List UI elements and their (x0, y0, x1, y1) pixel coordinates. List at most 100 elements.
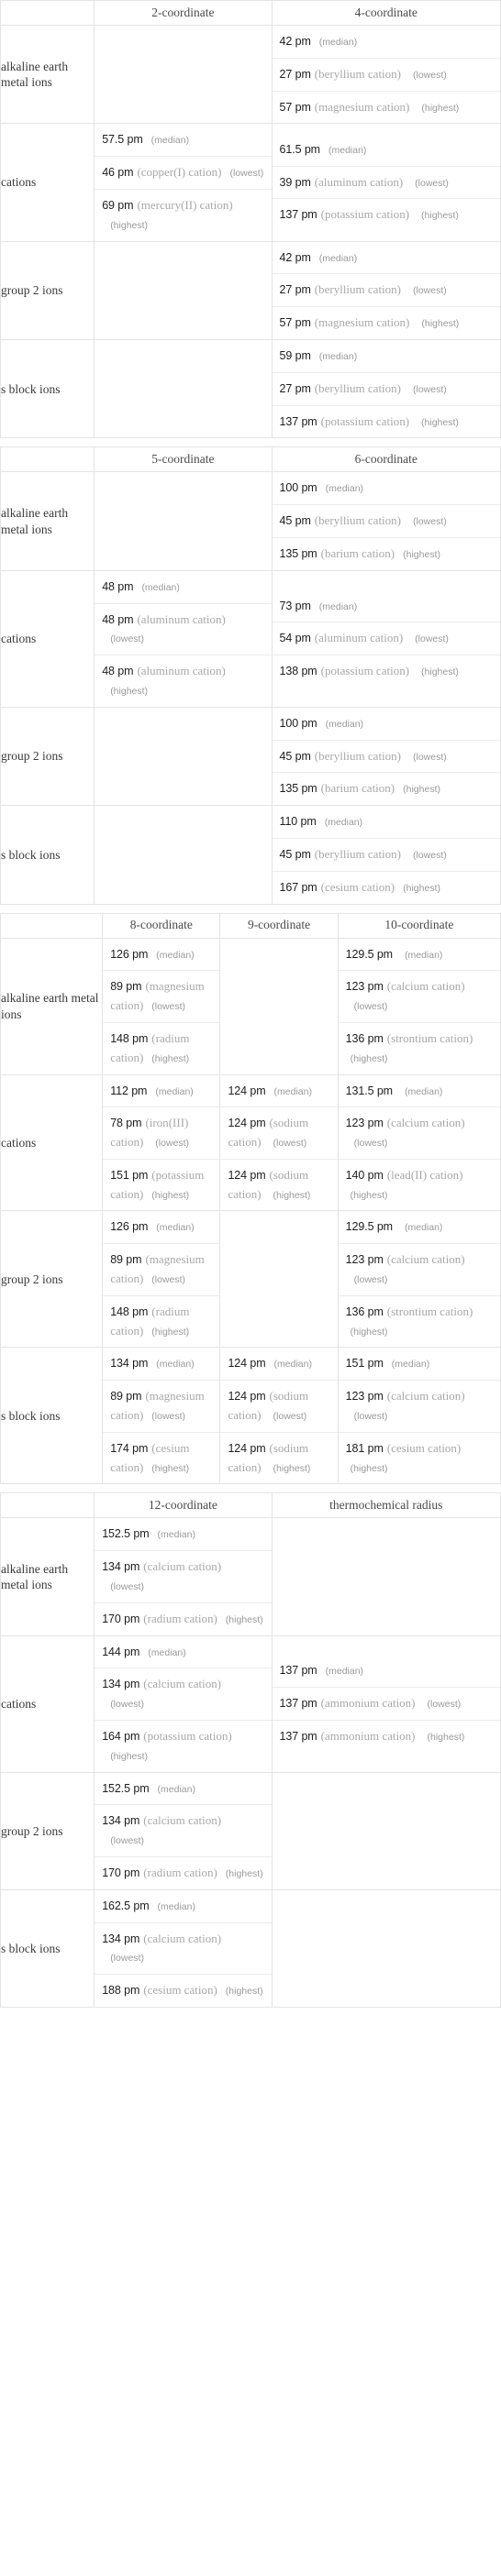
ionic-radii-tables: 2-coordinate 4-coordinate alkaline earth m… (0, 0, 501, 2009)
entry-stack: 131.5 pm (median) 123 pm (calcium cation)… (338, 1075, 500, 1211)
measurement-qualifier: (lowest) (415, 633, 449, 645)
measurement-entry: 136 pm (strontium cation) (highest) (338, 1021, 500, 1074)
measurement-entry: 124 pm (sodium cation) (highest) (220, 1431, 338, 1484)
measurement-species: (calcium cation) (386, 1252, 465, 1267)
measurement-species: (radium cation) (143, 1611, 217, 1625)
data-cell: 126 pm (median) 89 pm (magnesium cation) … (102, 937, 221, 1075)
column-header-2-coordinate: 2-coordinate (94, 0, 273, 26)
measurement-qualifier: (lowest) (151, 1274, 186, 1286)
column-header-9-coordinate: 9-coordinate (219, 912, 339, 939)
measurement-value: 144 pm (102, 1645, 140, 1658)
measurement-qualifier: (highest) (151, 1462, 190, 1474)
measurement-species: (cesium cation) (143, 1983, 217, 1998)
measurement-value: 57 pm (279, 316, 311, 330)
measurement-value: 27 pm (279, 67, 311, 81)
measurement-entry: 27 pm (beryllium cation) (lowest) (272, 371, 500, 405)
measurement-value: 164 pm (102, 1730, 140, 1744)
measurement-value: 129.5 pm (345, 947, 393, 961)
measurement-entry: 137 pm (ammonium cation) (lowest) (272, 1687, 500, 1720)
measurement-value: 78 pm (110, 1117, 142, 1130)
measurement-value: 61.5 pm (279, 142, 321, 156)
measurement-species: (radium cation) (143, 1866, 217, 1880)
measurement-qualifier: (highest) (110, 1750, 149, 1762)
table-row: group 2 ions 152.5 pm (median) 134 pm (cal… (0, 1771, 501, 1890)
measurement-species: (cesium cation) (320, 879, 395, 894)
measurement-entry: 124 pm (sodium cation) (lowest) (220, 1380, 338, 1432)
measurement-entry: 136 pm (strontium cation) (highest) (338, 1294, 500, 1348)
row-label-group-2-ions: group 2 ions (0, 1210, 104, 1349)
table-row: alkaline earth metal ions 126 pm (median)… (0, 937, 501, 1075)
row-label-cations: cations (0, 1073, 104, 1212)
measurement-entry: 59 pm (median) (273, 340, 500, 372)
data-cell: 112 pm (median) 78 pm (iron(III) cation) … (102, 1073, 221, 1212)
measurement-value: 48 pm (102, 579, 134, 593)
entry-stack: 126 pm (median) 89 pm (magnesium cation) … (103, 1211, 220, 1348)
table-coordination-12-thermochemical: 12-coordinate thermochemical radius alkali… (0, 1492, 501, 2009)
measurement-qualifier: (highest) (225, 1613, 263, 1625)
measurement-species: (magnesium cation) (314, 315, 410, 330)
measurement-value: 152.5 pm (102, 1781, 150, 1795)
entry-stack: 110 pm (median) 45 pm (beryllium cation) … (272, 806, 500, 903)
data-cell: 124 pm (median) 124 pm (sodium cation) (l… (219, 1347, 339, 1485)
column-header-blank (0, 912, 104, 939)
measurement-species: (lead(II) cation) (386, 1167, 463, 1182)
measurement-value: 89 pm (110, 1390, 142, 1404)
data-cell (271, 1517, 501, 1636)
measurement-species: (beryllium cation) (314, 66, 401, 81)
measurement-qualifier: (highest) (421, 102, 460, 114)
data-cell: 48 pm (median) 48 pm (aluminum cation) (l… (94, 569, 273, 708)
measurement-qualifier: (highest) (403, 548, 440, 560)
table-row: cations 144 pm (median) 134 pm (calcium ca… (0, 1635, 501, 1773)
measurement-qualifier: (median) (150, 135, 190, 147)
measurement-value: 110 pm (279, 815, 317, 829)
measurement-value: 140 pm (345, 1168, 384, 1182)
measurement-qualifier: (highest) (421, 666, 459, 678)
measurement-qualifier: (lowest) (413, 751, 447, 763)
table-row: group 2 ions 42 pm (median) 27 pm (berylli… (0, 240, 501, 340)
measurement-qualifier: (lowest) (353, 1001, 388, 1013)
column-header-8-coordinate: 8-coordinate (102, 912, 221, 939)
measurement-value: 48 pm (102, 612, 134, 626)
measurement-entry: 48 pm (aluminum cation) (highest) (95, 655, 272, 707)
measurement-entry: 39 pm (aluminum cation) (lowest) (272, 165, 500, 199)
measurement-value: 138 pm (279, 665, 317, 678)
measurement-qualifier: (highest) (151, 1052, 190, 1064)
row-label-group-2-ions: group 2 ions (0, 1771, 95, 1890)
measurement-qualifier: (lowest) (229, 168, 264, 180)
measurement-species: (calcium cation) (386, 979, 465, 994)
measurement-qualifier: (lowest) (353, 1138, 388, 1150)
measurement-entry: 181 pm (cesium cation) (highest) (338, 1431, 500, 1484)
measurement-value: 137 pm (279, 1664, 317, 1678)
measurement-qualifier: (highest) (350, 1052, 388, 1064)
measurement-value: 134 pm (102, 1678, 140, 1691)
measurement-species: (beryllium cation) (314, 846, 401, 861)
table-row: alkaline earth metal ions 42 pm (median) 2… (0, 24, 501, 125)
row-label-alkaline-earth-metal-ions: alkaline earth metal ions (0, 937, 104, 1075)
measurement-species: (strontium cation) (386, 1030, 473, 1045)
measurement-qualifier: (median) (318, 252, 358, 264)
measurement-species: (cesium cation) (386, 1440, 462, 1455)
measurement-value: 69 pm (102, 198, 134, 212)
entry-stack: 134 pm (median) 89 pm (magnesium cation) … (103, 1348, 220, 1483)
measurement-qualifier: (lowest) (413, 383, 447, 395)
measurement-value: 57.5 pm (102, 133, 143, 147)
measurement-entry: 151 pm (median) (339, 1348, 500, 1380)
measurement-entry: 188 pm (cesium cation) (highest) (95, 1974, 272, 2007)
measurement-entry: 124 pm (sodium cation) (lowest) (220, 1106, 338, 1159)
measurement-qualifier: (median) (328, 144, 367, 156)
measurement-qualifier: (median) (156, 1359, 195, 1371)
measurement-entry: 89 pm (magnesium cation) (lowest) (103, 1243, 220, 1295)
measurement-entry: 144 pm (median) (95, 1636, 271, 1668)
measurement-qualifier: (median) (405, 949, 443, 961)
measurement-entry: 148 pm (radium cation) (highest) (103, 1294, 220, 1348)
measurement-qualifier: (highest) (225, 1986, 263, 1998)
row-label-alkaline-earth-metal-ions: alkaline earth metal ions (0, 1517, 95, 1636)
measurement-entry: 27 pm (beryllium cation) (lowest) (272, 273, 500, 306)
measurement-value: 170 pm (102, 1612, 140, 1625)
measurement-entry: 135 pm (barium cation) (highest) (272, 536, 500, 570)
row-label-group-2-ions: group 2 ions (0, 240, 95, 340)
measurement-entry: 46 pm (copper(I) cation) (lowest) (95, 156, 272, 189)
table-header-row: 2-coordinate 4-coordinate (0, 0, 501, 26)
measurement-value: 137 pm (279, 208, 317, 222)
measurement-qualifier: (highest) (151, 1189, 190, 1201)
